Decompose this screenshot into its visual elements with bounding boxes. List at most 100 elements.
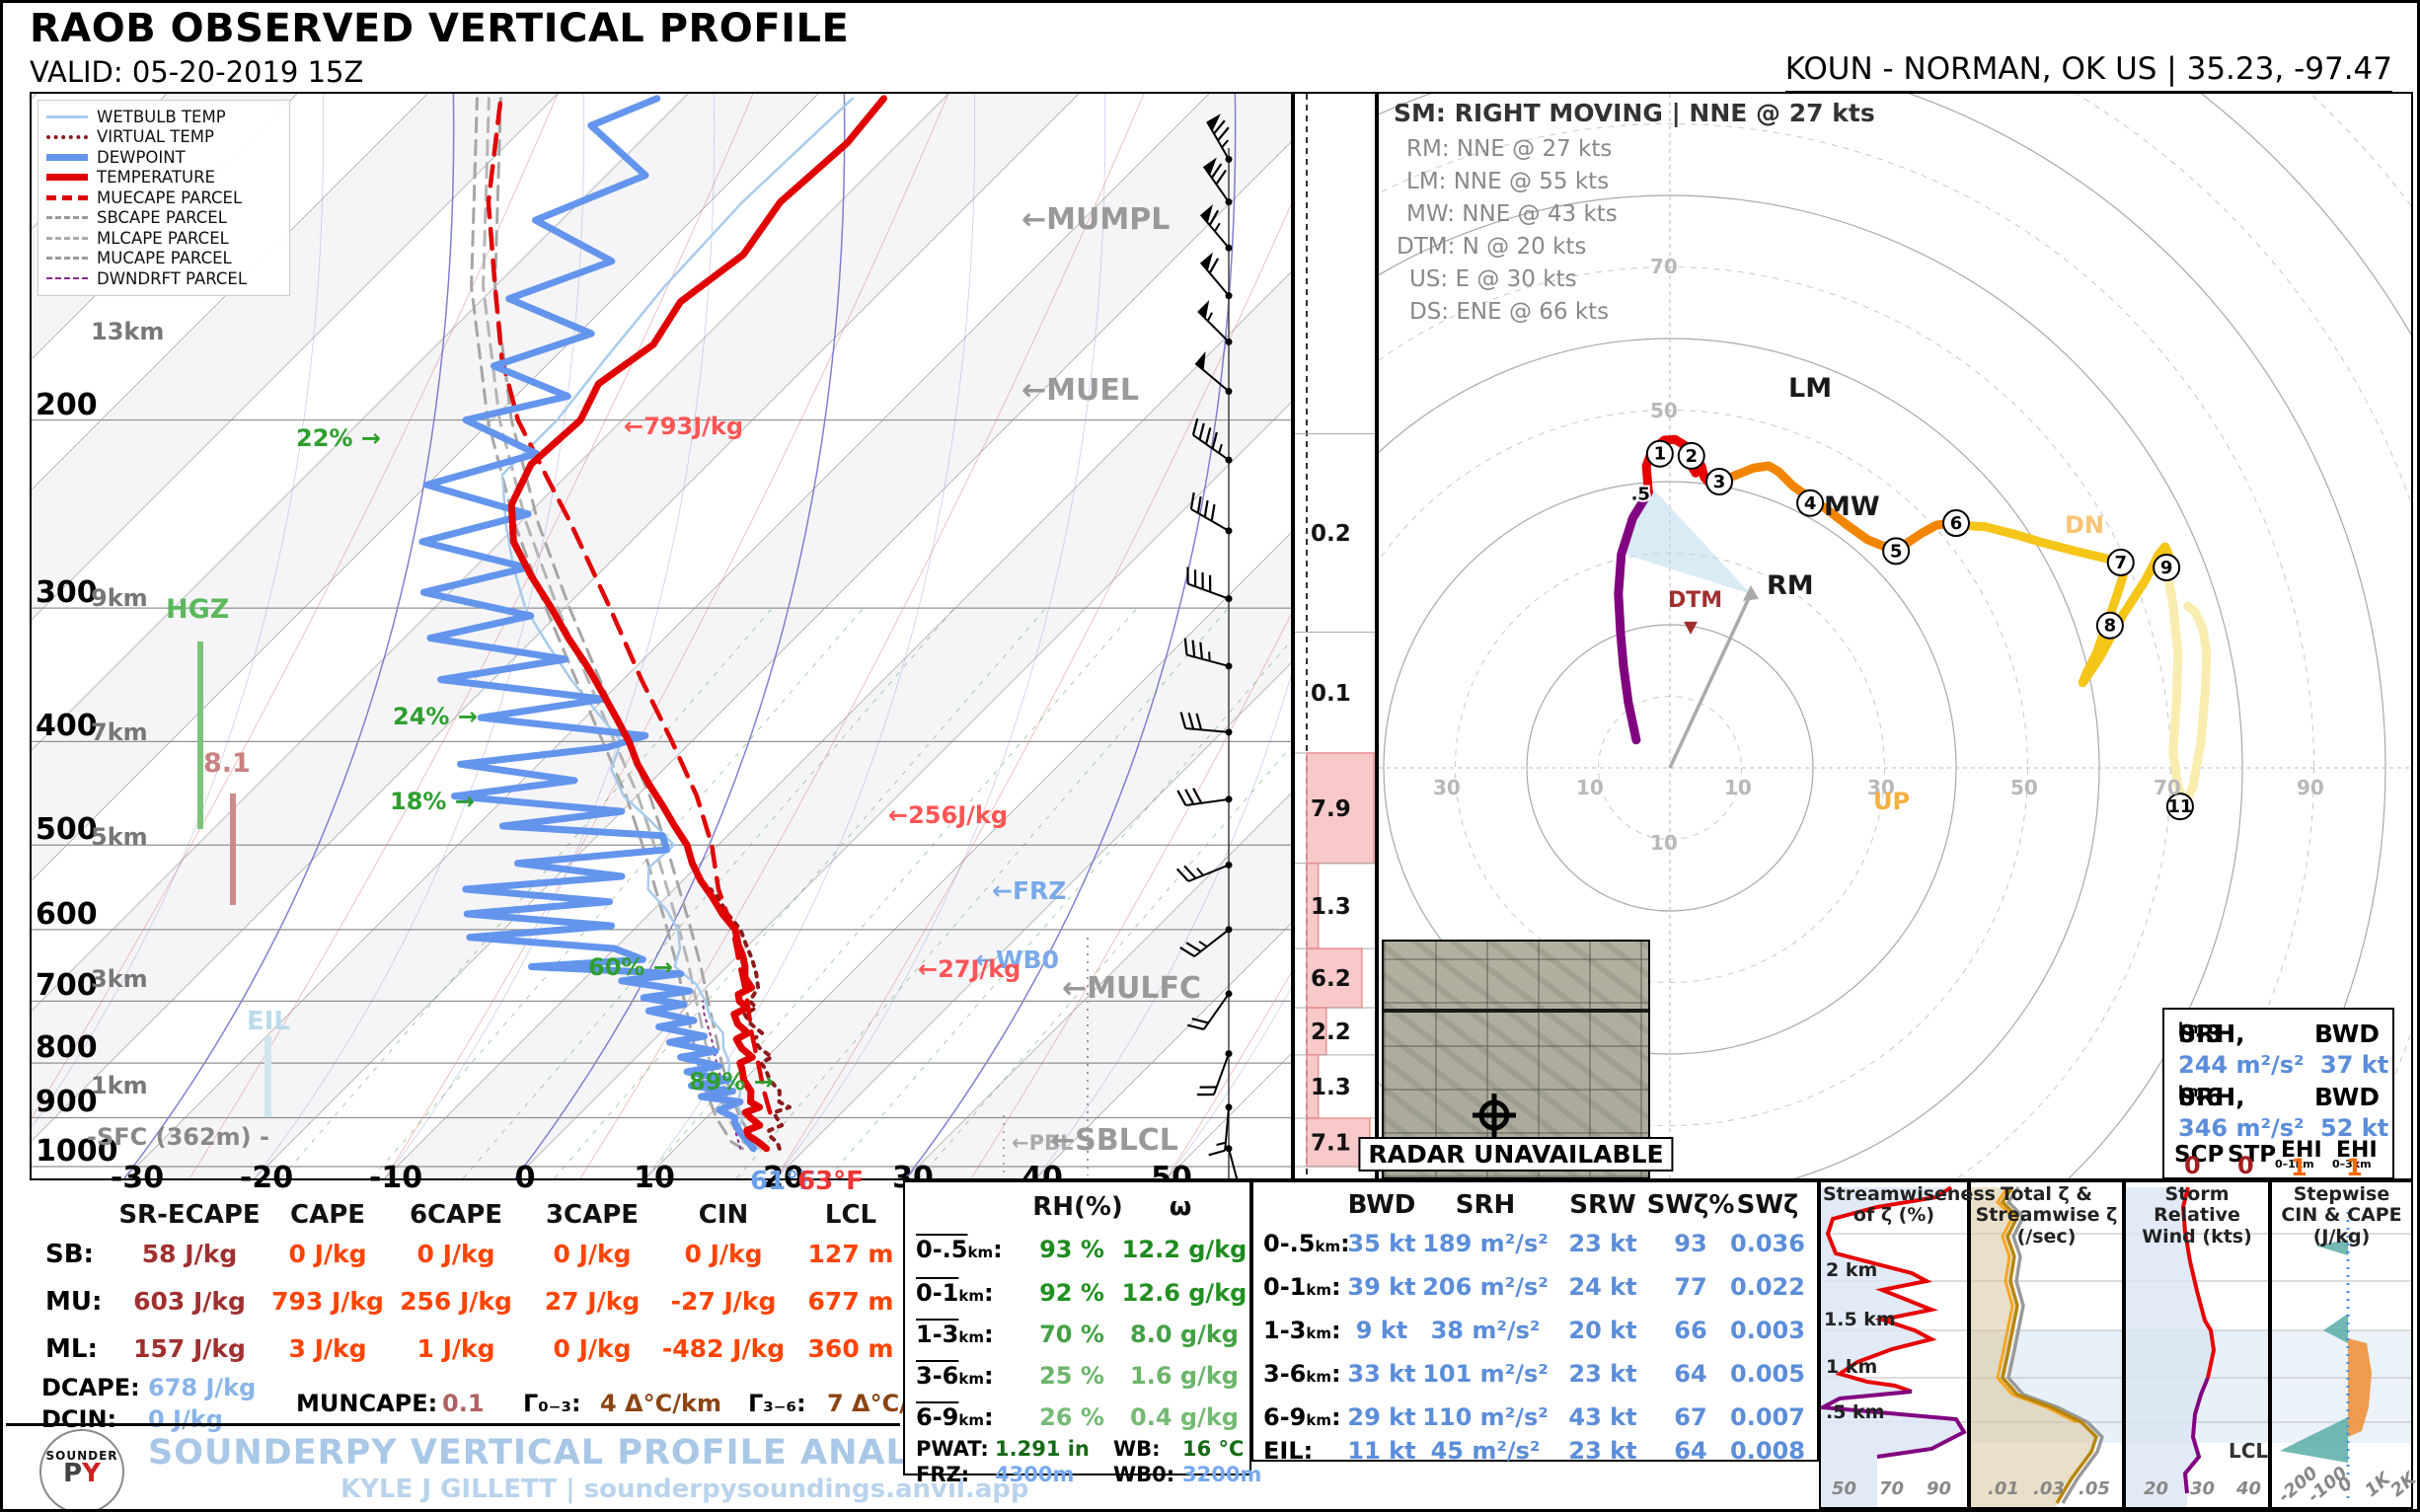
- sblcl-annotation: ←SBLCL: [1050, 1123, 1178, 1158]
- svg-text:.5: .5: [1631, 484, 1650, 504]
- muel-annotation: ←MUEL: [1021, 373, 1139, 408]
- pressure-tick: 700: [36, 968, 98, 1003]
- lapse-81-label: 8.1: [203, 748, 251, 779]
- temp-tick: -30: [111, 1161, 164, 1195]
- legend-item: DEWPOINT: [46, 147, 281, 168]
- storm-motion-ds: DS: ENE @ 66 kts: [1409, 299, 1609, 325]
- mucape-line-icon: [46, 257, 88, 260]
- svg-text:7.9: 7.9: [1311, 796, 1351, 822]
- sfc-annotation: -SFC (362m) -: [87, 1123, 269, 1151]
- layer-bars: 0.20.17.91.36.22.21.37.1: [1295, 94, 1375, 1178]
- rh-annotation: 89% →: [689, 1068, 774, 1096]
- pressure-tick: 500: [36, 812, 98, 847]
- dwndrft-line-icon: [46, 277, 88, 279]
- dcin-value: 0 J/kg: [148, 1405, 223, 1433]
- hodo-ring-label: 50: [1650, 399, 1678, 422]
- srh-0-3-value: 244 m²/s²: [2178, 1051, 2305, 1079]
- ehi-0-1-value: 1: [2291, 1154, 2307, 1181]
- cape-annotation: ←793J/kg: [624, 413, 743, 440]
- dtm-vector-label: DTM: [1668, 588, 1722, 613]
- svg-text:1.3: 1.3: [1311, 1075, 1351, 1100]
- footer-divider: [6, 1423, 900, 1426]
- hodo-ring-label: 90: [2297, 776, 2324, 799]
- mumpl-annotation: ←MUMPL: [1021, 202, 1170, 237]
- svg-text:0.2: 0.2: [1311, 521, 1351, 547]
- pressure-tick: 600: [36, 897, 98, 932]
- pressure-tick: 800: [36, 1030, 98, 1065]
- radar-unavailable-banner: RADAR UNAVAILABLE: [1358, 1137, 1673, 1172]
- station-location: KOUN - NORMAN, OK US | 35.23, -97.47: [1785, 51, 2392, 94]
- rm-vector-label: RM: [1767, 570, 1814, 601]
- legend-item: MLCAPE PARCEL: [46, 228, 281, 249]
- svg-text:11: 11: [2167, 796, 2192, 817]
- dcape-value: 678 J/kg: [148, 1374, 256, 1401]
- temp-tick: -20: [240, 1161, 293, 1195]
- hgz-label: HGZ: [166, 594, 229, 625]
- svg-text:6.2: 6.2: [1311, 966, 1351, 992]
- storm-motion-dtm: DTM: N @ 20 kts: [1397, 234, 1586, 260]
- bwd-0-3-value: 37 kt: [2320, 1051, 2388, 1079]
- legend-item: MUCAPE PARCEL: [46, 249, 281, 269]
- page-title: RAOB OBSERVED VERTICAL PROFILE: [30, 6, 849, 51]
- cape-annotation: ←256J/kg: [888, 801, 1008, 829]
- svg-text:7.1: 7.1: [1311, 1131, 1351, 1157]
- sfc-temp-f: 63°F: [797, 1167, 864, 1196]
- valid-time: VALID: 05-20-2019 15Z: [30, 55, 363, 89]
- sounderpy-profile-page: RAOB OBSERVED VERTICAL PROFILE VALID: 05…: [0, 0, 2420, 1512]
- pressure-tick: 900: [36, 1085, 98, 1119]
- radar-inset: RADAR UNAVAILABLE: [1382, 940, 1650, 1179]
- lapse-0-3-value: 4 Δ°C/km: [600, 1390, 721, 1417]
- temp-tick: -10: [369, 1161, 422, 1195]
- streamwiseness-panel: [1819, 1180, 1969, 1509]
- legend-item: SBCAPE PARCEL: [46, 208, 281, 229]
- ehi-0-3-value: 1: [2346, 1154, 2363, 1181]
- storm-motion-title: SM: RIGHT MOVING | NNE @ 27 kts: [1394, 99, 1875, 127]
- rh-annotation: 18% →: [390, 788, 475, 815]
- height-label: 3km: [91, 965, 148, 993]
- legend-item: TEMPERATURE: [46, 168, 281, 189]
- mlcape-line-icon: [46, 237, 88, 240]
- hodo-ring-label: 70: [2154, 776, 2181, 799]
- hodo-ring-label: 10: [1650, 831, 1678, 855]
- thermo-header: 3CAPE: [546, 1200, 639, 1230]
- temp-tick: 10: [634, 1161, 675, 1195]
- thermo-header: LCL: [825, 1200, 876, 1230]
- dewpoint-line-icon: [46, 154, 88, 161]
- hodo-ring-label: 10: [1724, 776, 1752, 799]
- svg-text:8: 8: [2104, 616, 2117, 637]
- mw-vector-label: MW: [1824, 491, 1880, 522]
- rh-annotation: 22% →: [296, 424, 381, 452]
- hodo-ring-label: 50: [2010, 776, 2038, 799]
- hodo-ring-label: 10: [1576, 776, 1604, 799]
- pressure-tick: 200: [36, 388, 98, 422]
- dn-direction-label: DN: [2065, 511, 2104, 539]
- layer-value-strip: 0.20.17.91.36.22.21.37.1: [1293, 92, 1377, 1180]
- legend-item: VIRTUAL TEMP: [46, 127, 281, 148]
- svg-text:2: 2: [1685, 446, 1698, 467]
- wetbulb-line-icon: [46, 115, 88, 118]
- svg-text:7: 7: [2114, 553, 2127, 573]
- thermo-header: CIN: [699, 1200, 749, 1230]
- storm-motion-us: US: E @ 30 kts: [1409, 266, 1577, 292]
- rh-annotation: 24% →: [393, 703, 478, 730]
- temperature-line-icon: [46, 174, 88, 181]
- svg-text:6: 6: [1950, 513, 1963, 534]
- legend-item: MUECAPE PARCEL: [46, 188, 281, 208]
- scp-value: 0: [2184, 1152, 2201, 1179]
- virtual-temp-line-icon: [46, 135, 88, 139]
- svg-text:1.3: 1.3: [1311, 894, 1351, 920]
- lcl-marker-label: LCL: [2229, 1439, 2268, 1463]
- pressure-tick: 400: [36, 709, 98, 743]
- srh-bwd-summary-box: 0-3km SRH, BWD 244 m²/s² 37 kt 0-6km SRH…: [2162, 1008, 2394, 1179]
- eil-label: EIL: [247, 1007, 290, 1036]
- wb-value: 16 °C: [1182, 1437, 1244, 1461]
- hodo-ring-label: 70: [1650, 255, 1678, 278]
- height-label: 5km: [91, 823, 148, 851]
- svg-text:4: 4: [1804, 493, 1817, 514]
- pwat-value: 1.291 in: [995, 1437, 1090, 1461]
- wb0-value: 3200m: [1182, 1463, 1261, 1486]
- svg-text:5: 5: [1890, 541, 1903, 562]
- height-label: 7km: [91, 718, 148, 746]
- storm-motion-rm: RM: NNE @ 27 kts: [1406, 136, 1612, 162]
- muncape-value: 0.1: [442, 1390, 485, 1417]
